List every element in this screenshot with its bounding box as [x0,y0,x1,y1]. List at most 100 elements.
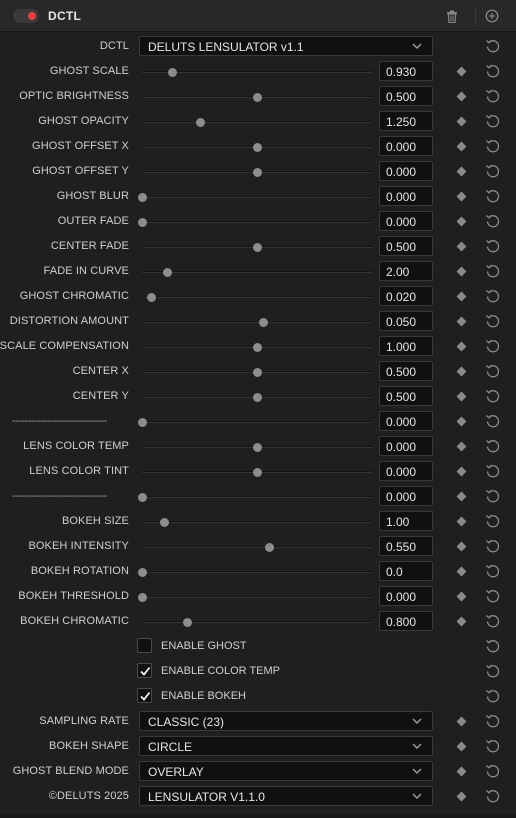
value-field[interactable]: 0.0 [379,561,433,581]
keyframe-diamond-icon[interactable] [456,216,467,227]
checkbox[interactable] [137,663,152,678]
slider-track[interactable] [142,293,372,302]
keyframe-diamond-icon[interactable] [456,591,467,602]
dropdown-select[interactable]: LENSULATOR V1.1.0 [139,786,433,806]
value-field[interactable]: 0.550 [379,536,433,556]
add-node-icon[interactable] [482,6,502,26]
value-field[interactable]: 0.050 [379,311,433,331]
value-field[interactable]: 0.000 [379,436,433,456]
keyframe-diamond-icon[interactable] [456,516,467,527]
reset-icon[interactable] [484,612,502,630]
keyframe-diamond-icon[interactable] [456,191,467,202]
slider-thumb[interactable] [264,543,274,552]
value-field[interactable]: 0.000 [379,411,433,431]
keyframe-diamond-icon[interactable] [456,741,467,752]
slider-thumb[interactable] [253,368,262,377]
slider-thumb[interactable] [253,93,262,102]
slider-thumb[interactable] [163,268,173,277]
value-field[interactable]: 0.000 [379,136,433,156]
slider-track[interactable] [142,618,372,627]
slider-track[interactable] [142,93,372,102]
value-field[interactable]: 0.000 [379,211,433,231]
keyframe-diamond-icon[interactable] [456,766,467,777]
keyframe-diamond-icon[interactable] [456,616,467,627]
value-field[interactable]: 0.000 [379,186,433,206]
keyframe-diamond-icon[interactable] [456,441,467,452]
keyframe-diamond-icon[interactable] [456,141,467,152]
slider-thumb[interactable] [138,593,147,602]
checkbox[interactable] [137,638,152,653]
keyframe-diamond-icon[interactable] [456,316,467,327]
reset-icon[interactable] [484,137,502,155]
slider-thumb[interactable] [258,318,268,327]
reset-icon[interactable] [484,587,502,605]
slider-thumb[interactable] [253,393,262,402]
slider-thumb[interactable] [147,293,157,302]
slider-thumb[interactable] [138,418,147,427]
keyframe-diamond-icon[interactable] [456,66,467,77]
value-field[interactable]: 0.500 [379,386,433,406]
value-field[interactable]: 0.930 [379,61,433,81]
reset-icon[interactable] [484,512,502,530]
slider-thumb[interactable] [253,468,262,477]
reset-icon[interactable] [484,37,502,55]
value-field[interactable]: 0.000 [379,486,433,506]
slider-track[interactable] [142,543,372,552]
dropdown-select[interactable]: CIRCLE [139,736,433,756]
slider-track[interactable] [142,468,372,477]
slider-track[interactable] [138,218,372,227]
reset-icon[interactable] [484,762,502,780]
slider-track[interactable] [142,268,372,277]
slider-thumb[interactable] [195,118,205,127]
slider-track[interactable] [138,193,372,202]
keyframe-diamond-icon[interactable] [456,291,467,302]
keyframe-diamond-icon[interactable] [456,566,467,577]
keyframe-diamond-icon[interactable] [456,116,467,127]
reset-icon[interactable] [484,87,502,105]
slider-thumb[interactable] [253,343,262,352]
reset-icon[interactable] [484,562,502,580]
keyframe-diamond-icon[interactable] [456,541,467,552]
keyframe-diamond-icon[interactable] [456,266,467,277]
slider-track[interactable] [142,118,372,127]
value-field[interactable]: 0.000 [379,586,433,606]
keyframe-diamond-icon[interactable] [456,166,467,177]
keyframe-diamond-icon[interactable] [456,416,467,427]
keyframe-diamond-icon[interactable] [456,341,467,352]
slider-track[interactable] [138,593,372,602]
reset-icon[interactable] [484,212,502,230]
value-field[interactable]: 0.800 [379,611,433,631]
reset-icon[interactable] [484,287,502,305]
slider-thumb[interactable] [138,493,147,502]
keyframe-diamond-icon[interactable] [456,791,467,802]
slider-thumb[interactable] [253,443,262,452]
slider-thumb[interactable] [138,568,147,577]
reset-icon[interactable] [484,387,502,405]
slider-thumb[interactable] [167,68,177,77]
reset-icon[interactable] [484,62,502,80]
reset-icon[interactable] [484,712,502,730]
reset-icon[interactable] [484,312,502,330]
dctl-select[interactable]: DELUTS LENSULATOR v1.1 [139,36,433,56]
value-field[interactable]: 0.000 [379,461,433,481]
keyframe-diamond-icon[interactable] [456,241,467,252]
reset-icon[interactable] [484,662,502,680]
reset-icon[interactable] [484,162,502,180]
slider-track[interactable] [142,368,372,377]
value-field[interactable]: 0.500 [379,236,433,256]
checkbox[interactable] [137,688,152,703]
value-field[interactable]: 0.500 [379,86,433,106]
reset-icon[interactable] [484,687,502,705]
reset-icon[interactable] [484,637,502,655]
value-field[interactable]: 1.000 [379,336,433,356]
keyframe-diamond-icon[interactable] [456,466,467,477]
slider-track[interactable] [142,143,372,152]
reset-icon[interactable] [484,487,502,505]
keyframe-diamond-icon[interactable] [456,366,467,377]
slider-thumb[interactable] [138,193,147,202]
value-field[interactable]: 2.00 [379,261,433,281]
reset-icon[interactable] [484,262,502,280]
reset-icon[interactable] [484,537,502,555]
reset-icon[interactable] [484,412,502,430]
reset-icon[interactable] [484,187,502,205]
